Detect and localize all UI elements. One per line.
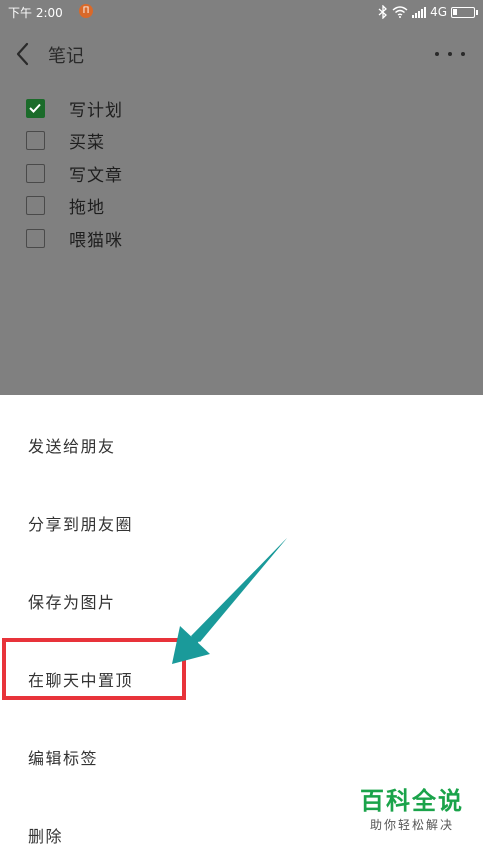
option-label: 编辑标签 (28, 749, 99, 768)
todo-text: 写计划 (69, 100, 123, 121)
dimmed-note-screen[interactable]: 下午 2:00 П 4G 笔记 写计划 买菜 写文章 拖地 喂猫咪 (0, 0, 483, 395)
todo-text: 拖地 (69, 198, 105, 219)
page-title: 笔记 (48, 46, 84, 67)
todo-checkbox[interactable] (26, 163, 45, 183)
todo-list: 写计划 买菜 写文章 拖地 喂猫咪 (26, 92, 326, 255)
todo-text: 喂猫咪 (69, 230, 123, 251)
save-as-image-option[interactable]: 保存为图片 (0, 561, 483, 621)
edit-tags-option[interactable]: 编辑标签 (0, 717, 483, 777)
back-button[interactable] (10, 38, 38, 70)
option-label: 删除 (28, 827, 64, 846)
checkmark-icon (29, 103, 41, 113)
send-to-friend-option[interactable]: 发送给朋友 (0, 405, 483, 465)
todo-item: 买菜 (26, 125, 326, 158)
status-icons: 4G (378, 3, 478, 21)
chevron-left-icon (16, 42, 29, 66)
watermark-subtitle: 助你轻松解决 (369, 818, 454, 832)
todo-checkbox[interactable] (26, 131, 45, 151)
todo-text: 买菜 (69, 133, 105, 154)
todo-checkbox[interactable] (26, 196, 45, 216)
nav-bar: 笔记 (0, 30, 483, 78)
option-label: 分享到朋友圈 (28, 515, 134, 534)
wifi-icon (392, 6, 408, 18)
more-dots-icon (435, 52, 439, 56)
notification-badge-icon: П (79, 4, 93, 18)
network-type: 4G (430, 5, 447, 19)
todo-item: 写计划 (26, 92, 326, 125)
status-time: 下午 2:00 (8, 6, 63, 20)
battery-level (453, 8, 457, 15)
watermark-logo: 百科全说 助你轻松解决 (357, 786, 467, 833)
todo-item: 拖地 (26, 190, 326, 223)
signal-icon (412, 7, 427, 18)
todo-checkbox[interactable] (26, 98, 45, 118)
todo-checkbox[interactable] (26, 228, 45, 248)
option-label: 发送给朋友 (28, 437, 116, 456)
option-label: 保存为图片 (28, 593, 116, 612)
highlight-box (2, 638, 186, 700)
more-options-button[interactable] (435, 40, 465, 68)
share-to-moments-option[interactable]: 分享到朋友圈 (0, 483, 483, 543)
action-sheet: 发送给朋友 分享到朋友圈 保存为图片 在聊天中置顶 编辑标签 删除 (0, 395, 483, 846)
status-bar: 下午 2:00 П 4G (0, 0, 483, 24)
watermark-title: 百科全说 (360, 787, 464, 815)
todo-text: 写文章 (69, 165, 123, 186)
battery-icon (451, 6, 478, 18)
todo-item: 喂猫咪 (26, 222, 326, 255)
bluetooth-icon (378, 5, 388, 19)
todo-item: 写文章 (26, 157, 326, 190)
